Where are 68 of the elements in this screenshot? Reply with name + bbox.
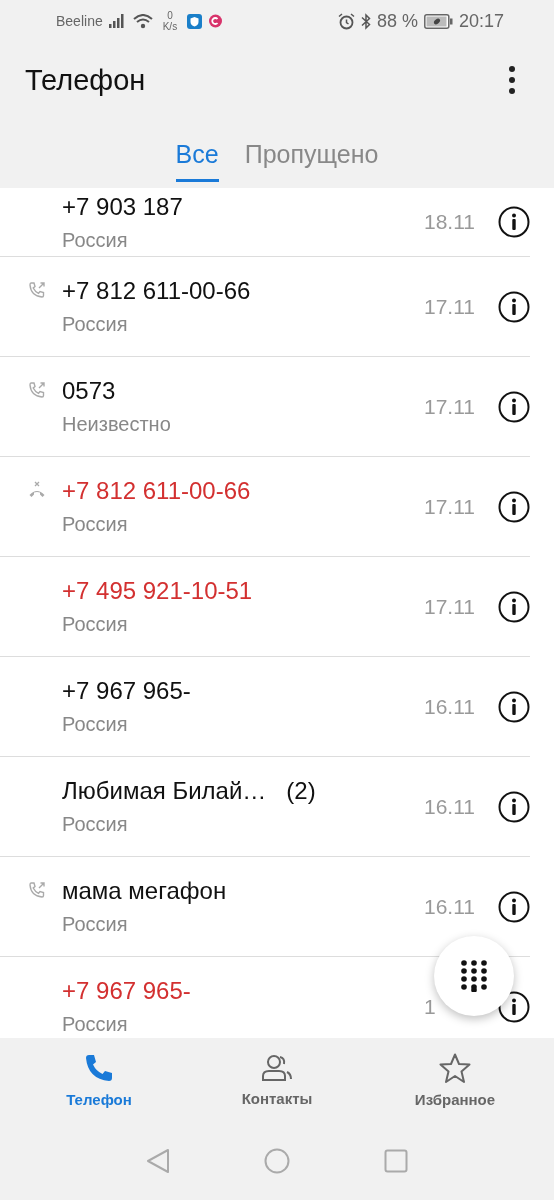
caller-region: Россия [62,613,129,636]
caller-region: Россия [62,913,129,936]
battery-percent: 88 % [376,10,418,32]
call-date: 1 [424,994,437,1019]
nav-tab[interactable]: Телефон [39,1038,159,1122]
caller-name[interactable]: мама мегафон [62,877,227,905]
chat-icon [208,13,224,29]
caller-name[interactable]: 0573 [62,377,116,405]
caller-region: Россия [62,513,129,536]
caller-region: Россия [62,813,129,836]
caller-region: Россия [62,1013,129,1036]
alarm-icon [337,12,355,30]
phone-icon [84,1052,114,1083]
caller-region: Россия [62,713,129,736]
outgoing-call-icon [28,381,46,399]
outgoing-call-icon [28,281,46,299]
call-date: 18.11 [424,210,476,234]
hang-up-icon [28,481,46,499]
call-date: 16.11 [424,894,476,919]
caller-region: Неизвестно [62,413,172,436]
bluetooth-icon [360,12,371,30]
contacts-icon [261,1053,293,1082]
nav-tab[interactable]: Контакты [217,1038,337,1122]
dialpad-button[interactable] [434,936,514,1016]
app-title: Телефон [25,63,146,97]
carrier-name: Beeline [56,13,103,29]
caller-name[interactable]: +7 812 611-00-66 [62,477,251,505]
caller-name[interactable]: +7 967 965- [62,977,191,1005]
call-date: 16.11 [424,694,476,719]
info-icon[interactable] [498,290,530,323]
info-icon[interactable] [498,390,530,423]
info-icon[interactable] [498,890,530,923]
speed-value: 0 [167,10,173,21]
nav-tab[interactable]: Избранное [395,1038,515,1122]
star-icon [439,1052,471,1083]
battery-icon [423,13,453,29]
nav-label: Телефон [66,1090,132,1108]
tab[interactable]: Все [175,136,219,182]
info-icon[interactable] [498,990,530,1023]
call-date: 17.11 [424,494,476,519]
info-icon[interactable] [498,790,530,823]
call-date: 17.11 [424,394,476,419]
caller-name[interactable]: +7 495 921-10-51 [62,577,253,605]
call-date: 17.11 [424,294,476,319]
info-icon[interactable] [498,590,530,623]
info-icon[interactable] [498,206,530,238]
info-icon[interactable] [498,690,530,723]
caller-name[interactable]: +7 903 187 [62,192,183,221]
caller-name[interactable]: +7 967 965- [62,677,191,705]
clock: 20:17 [458,10,504,32]
info-icon[interactable] [498,490,530,523]
caller-region: Россия [62,228,129,252]
dialpad-icon [461,960,487,992]
speed-unit: K/s [162,21,178,32]
shield-icon [187,13,203,29]
tab[interactable]: Пропущено [244,136,379,182]
wifi-icon [132,13,153,29]
nav-label: Избранное [414,1090,496,1108]
call-count: (2) [286,777,316,805]
nav-label: Контакты [241,1089,313,1107]
more-menu-icon[interactable] [508,65,516,95]
call-date: 16.11 [424,794,476,819]
caller-name[interactable]: +7 812 611-00-66 [62,277,251,305]
outgoing-call-icon [28,881,46,899]
caller-name[interactable]: Любимая Билай… [62,777,267,805]
call-date: 17.11 [424,594,476,619]
signal-icon [108,14,127,28]
caller-region: Россия [62,313,129,336]
